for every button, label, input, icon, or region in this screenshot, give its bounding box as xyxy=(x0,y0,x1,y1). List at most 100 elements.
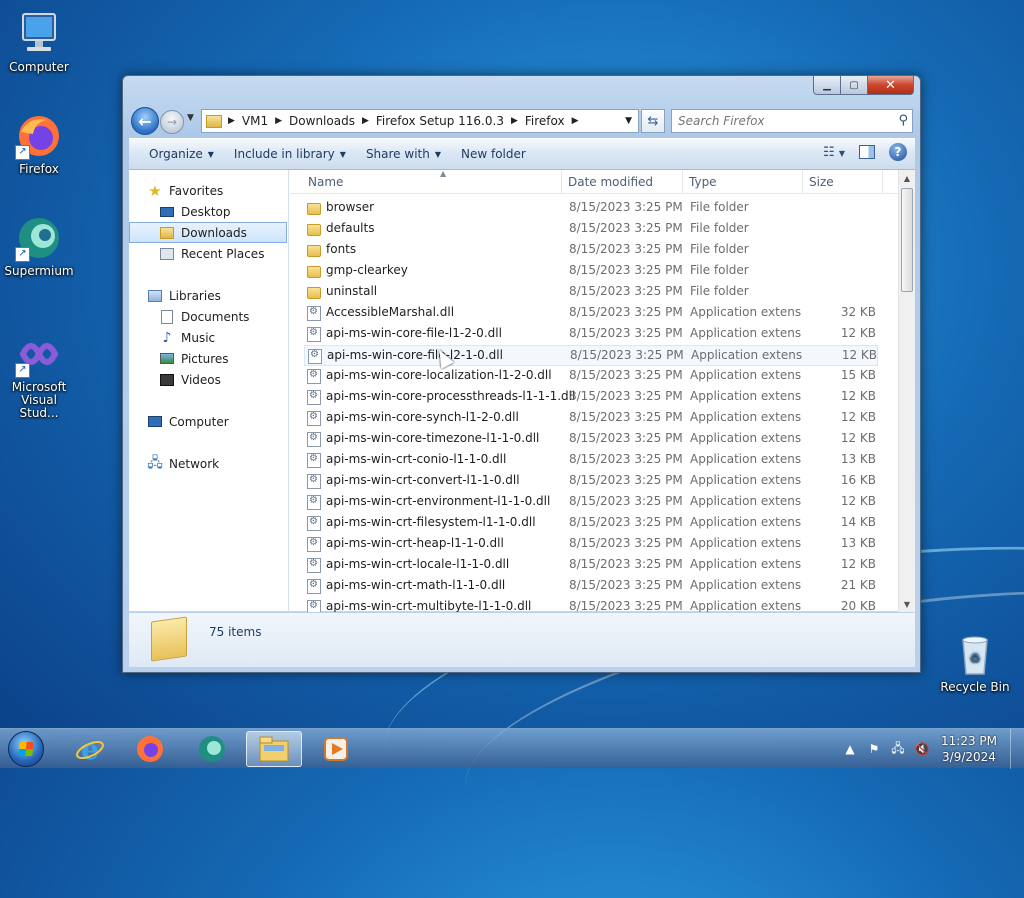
taskbar-windows-explorer[interactable] xyxy=(246,731,302,767)
file-row[interactable]: api-ms-win-crt-convert-l1-1-0.dll 8/15/20… xyxy=(304,471,878,492)
desktop-icon-recycle-bin[interactable]: ♻ Recycle Bin xyxy=(936,630,1014,694)
column-type[interactable]: Type xyxy=(683,170,803,194)
breadcrumb-separator-icon[interactable]: ▶ xyxy=(224,116,239,126)
network-status-icon[interactable]: 🖧 xyxy=(889,739,907,760)
address-dropdown-icon[interactable]: ▼ xyxy=(625,116,632,126)
breadcrumb-vm1[interactable]: VM1 xyxy=(239,110,271,132)
file-row[interactable]: api-ms-win-crt-conio-l1-1-0.dll 8/15/2023… xyxy=(304,450,878,471)
nav-favorites[interactable]: ★ Favorites xyxy=(129,180,287,201)
breadcrumb-firefox-setup[interactable]: Firefox Setup 116.0.3 xyxy=(373,110,507,132)
file-row[interactable]: api-ms-win-core-synch-l1-2-0.dll 8/15/202… xyxy=(304,408,878,429)
taskbar-firefox[interactable] xyxy=(122,731,178,767)
breadcrumb-firefox[interactable]: Firefox xyxy=(522,110,568,132)
explorer-window[interactable]: ▁ ▢ ✕ ← → ▼ ▶ VM1 ▶ Downloads ▶ Firefox … xyxy=(122,75,921,673)
taskbar-media-player[interactable] xyxy=(308,731,364,767)
action-center-flag-icon[interactable]: ⚑ xyxy=(865,742,883,756)
address-bar[interactable]: ▶ VM1 ▶ Downloads ▶ Firefox Setup 116.0.… xyxy=(201,109,639,133)
dll-file-icon xyxy=(307,579,321,594)
organize-button[interactable]: Organize ▼ xyxy=(139,142,224,166)
preview-pane-button[interactable] xyxy=(859,145,875,159)
file-row[interactable]: api-ms-win-core-file-l2-1-0.dll8/15/2023… xyxy=(304,345,878,366)
search-input[interactable] xyxy=(672,110,882,132)
forward-button[interactable]: → xyxy=(160,110,184,134)
file-date: 8/15/2023 3:25 PM xyxy=(569,242,683,256)
file-row[interactable]: api-ms-win-crt-multibyte-l1-1-0.dll 8/15/… xyxy=(304,597,878,612)
recent-pages-button[interactable]: ▼ xyxy=(187,113,194,123)
file-row[interactable]: AccessibleMarshal.dll 8/15/2023 3:25 PM Ap… xyxy=(304,303,878,324)
scroll-thumb[interactable] xyxy=(901,188,913,292)
dll-file-icon xyxy=(307,306,321,321)
vertical-scrollbar[interactable]: ▲ ▼ xyxy=(898,170,915,612)
file-row[interactable]: api-ms-win-crt-locale-l1-1-0.dll 8/15/202… xyxy=(304,555,878,576)
desktop-icon-label: Supermium xyxy=(4,264,74,278)
file-row[interactable]: api-ms-win-crt-environment-l1-1-0.dll 8/1… xyxy=(304,492,878,513)
file-row[interactable]: api-ms-win-crt-math-l1-1-0.dll 8/15/2023 … xyxy=(304,576,878,597)
nav-recent-places[interactable]: Recent Places xyxy=(129,243,287,264)
nav-network[interactable]: 🖧 Network xyxy=(129,453,287,474)
close-button[interactable]: ✕ xyxy=(868,76,914,95)
search-box[interactable]: ⚲ xyxy=(671,109,913,133)
start-button[interactable] xyxy=(4,729,48,769)
file-row[interactable]: api-ms-win-core-file-l1-2-0.dll 8/15/2023… xyxy=(304,324,878,345)
file-row[interactable]: defaults 8/15/2023 3:25 PM File folder xyxy=(304,219,878,240)
file-row[interactable]: fonts 8/15/2023 3:25 PM File folder xyxy=(304,240,878,261)
column-size[interactable]: Size xyxy=(803,170,883,194)
minimize-button[interactable]: ▁ xyxy=(813,76,841,95)
file-type: Application extens... xyxy=(690,410,802,424)
breadcrumb-separator-icon[interactable]: ▶ xyxy=(507,116,522,126)
desktop-icon-firefox[interactable]: ↗ Firefox xyxy=(0,112,78,176)
show-desktop-button[interactable] xyxy=(1010,729,1024,769)
nav-videos[interactable]: Videos xyxy=(129,369,287,390)
nav-downloads[interactable]: Downloads xyxy=(129,222,287,243)
file-row[interactable]: api-ms-win-core-localization-l1-2-0.dll 8… xyxy=(304,366,878,387)
file-row[interactable]: browser 8/15/2023 3:25 PM File folder xyxy=(304,198,878,219)
file-row[interactable]: api-ms-win-crt-filesystem-l1-1-0.dll 8/15… xyxy=(304,513,878,534)
file-type: Application extens... xyxy=(690,599,802,612)
nav-computer[interactable]: Computer xyxy=(129,411,287,432)
taskbar-supermium[interactable] xyxy=(184,731,240,767)
breadcrumb-separator-icon[interactable]: ▶ xyxy=(271,116,286,126)
chevron-down-icon: ▼ xyxy=(339,149,346,159)
file-row[interactable]: api-ms-win-core-processthreads-l1-1-1.dl… xyxy=(304,387,878,408)
column-name[interactable]: Name ▲ xyxy=(302,170,562,194)
scroll-up-button[interactable]: ▲ xyxy=(899,170,915,186)
music-icon: ♪ xyxy=(162,329,172,346)
file-row[interactable]: gmp-clearkey 8/15/2023 3:25 PM File folder xyxy=(304,261,878,282)
file-name: api-ms-win-crt-filesystem-l1-1-0.dll xyxy=(326,515,536,529)
column-date-modified[interactable]: Date modified xyxy=(562,170,683,194)
share-with-button[interactable]: Share with ▼ xyxy=(356,142,451,166)
volume-muted-icon[interactable]: 🔇 xyxy=(913,742,931,756)
maximize-button[interactable]: ▢ xyxy=(841,76,868,95)
dll-file-icon xyxy=(307,600,321,612)
file-row[interactable]: api-ms-win-crt-heap-l1-1-0.dll 8/15/2023 … xyxy=(304,534,878,555)
include-in-library-button[interactable]: Include in library ▼ xyxy=(224,142,356,166)
desktop-icon-computer[interactable]: Computer xyxy=(0,10,78,74)
help-button[interactable]: ? xyxy=(889,143,907,161)
back-button[interactable]: ← xyxy=(131,107,159,135)
breadcrumb-separator-icon[interactable]: ▶ xyxy=(358,116,373,126)
file-row[interactable]: uninstall 8/15/2023 3:25 PM File folder xyxy=(304,282,878,303)
file-type: Application extens... xyxy=(690,431,802,445)
refresh-button[interactable]: ⇆ xyxy=(641,109,665,133)
search-icon[interactable]: ⚲ xyxy=(898,113,908,128)
desktop-icon-visual-studio[interactable]: ↗ Microsoft Visual Stud... xyxy=(0,330,78,420)
breadcrumb-separator-icon[interactable]: ▶ xyxy=(568,116,583,126)
taskbar-internet-explorer[interactable]: e xyxy=(62,731,118,767)
nav-pictures[interactable]: Pictures xyxy=(129,348,287,369)
show-hidden-icons-button[interactable]: ▲ xyxy=(841,742,859,756)
clock[interactable]: 11:23 PM 3/9/2024 xyxy=(934,733,1004,765)
desktop-icon-supermium[interactable]: ↗ Supermium xyxy=(0,214,78,278)
file-date: 8/15/2023 3:25 PM xyxy=(569,557,683,571)
file-list[interactable]: Name ▲ Date modified Type Size browser 8/1… xyxy=(290,170,915,612)
nav-documents[interactable]: Documents xyxy=(129,306,287,327)
nav-desktop[interactable]: Desktop xyxy=(129,201,287,222)
scroll-down-button[interactable]: ▼ xyxy=(899,596,915,612)
breadcrumb-downloads[interactable]: Downloads xyxy=(286,110,358,132)
supermium-icon: ↗ xyxy=(15,214,63,262)
nav-libraries[interactable]: Libraries xyxy=(129,285,287,306)
file-row[interactable]: api-ms-win-core-timezone-l1-1-0.dll 8/15/… xyxy=(304,429,878,450)
new-folder-button[interactable]: New folder xyxy=(451,142,536,166)
nav-music[interactable]: ♪ Music xyxy=(129,327,287,348)
change-view-button[interactable]: ☷ ▼ xyxy=(823,145,845,160)
view-controls: ☷ ▼ ? xyxy=(823,143,907,161)
